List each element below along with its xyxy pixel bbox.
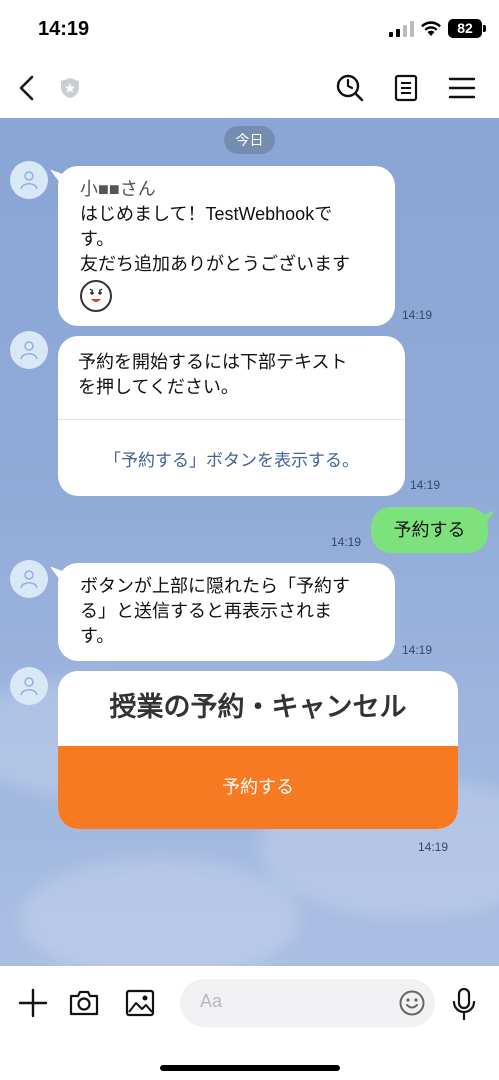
signal-icon <box>389 21 414 37</box>
message-time: 14:19 <box>402 643 433 657</box>
battery-indicator: 82 <box>448 19 486 38</box>
card-title: 授業の予約・キャンセル <box>109 692 407 722</box>
message-line: ボタンが上部に隠れたら「予約す <box>80 576 350 596</box>
message-input-placeholder: Aa <box>200 991 223 1011</box>
notes-icon[interactable] <box>390 72 422 104</box>
status-time: 14:19 <box>38 18 90 40</box>
avatar[interactable] <box>10 667 48 705</box>
microphone-icon[interactable] <box>450 987 478 1021</box>
menu-icon[interactable] <box>446 72 478 104</box>
chat-header <box>0 58 499 118</box>
message-line: を押してください。 <box>78 377 239 397</box>
message-time: 14:19 <box>418 840 449 854</box>
message-line: る」と送信すると再表示されま <box>80 601 332 621</box>
message-line: はじめまして！TestWebhookで <box>80 204 333 224</box>
wifi-icon <box>421 21 441 36</box>
back-chevron-icon[interactable] <box>14 72 42 104</box>
message-bubble[interactable]: ボタンが上部に隠れたら「予約す る」と送信すると再表示されま す。 <box>58 563 395 661</box>
message-bubble-with-action: 予約を開始するには下部テキスト を押してください。 「予約する」ボタンを表示する… <box>58 336 405 496</box>
emoji-icon[interactable] <box>398 989 426 1017</box>
chat-area[interactable]: 今日 小■■さん はじめまして！TestWebhookで す。 友だち追加ありが… <box>0 118 499 966</box>
message-line: 小■■さん <box>80 179 156 199</box>
message-line: 予約を開始するには下部テキスト <box>78 352 348 372</box>
reservation-card: 授業の予約・キャンセル 予約する <box>58 671 458 829</box>
message-line: す。 <box>80 626 115 646</box>
message-time: 14:19 <box>331 535 362 549</box>
search-icon[interactable] <box>334 72 366 104</box>
avatar[interactable] <box>10 331 48 369</box>
chat-title <box>88 76 308 100</box>
divider <box>58 419 405 420</box>
plus-icon[interactable] <box>16 986 50 1020</box>
show-reserve-button-action[interactable]: 「予約する」ボタンを表示する。 <box>58 448 405 473</box>
input-bar: Aa <box>0 966 499 1080</box>
image-icon[interactable] <box>123 986 157 1020</box>
message-bubble[interactable]: 小■■さん はじめまして！TestWebhookで す。 友だち追加ありがとうご… <box>58 166 395 326</box>
message-time: 14:19 <box>402 308 433 322</box>
official-shield-icon <box>61 78 79 98</box>
message-time: 14:19 <box>410 478 441 492</box>
reserve-button[interactable]: 予約する <box>58 746 458 829</box>
avatar[interactable] <box>10 560 48 598</box>
avatar[interactable] <box>10 161 48 199</box>
date-separator: 今日 <box>224 126 275 154</box>
emoji-sticker-icon <box>80 280 112 312</box>
home-indicator <box>160 1065 340 1071</box>
background-cloud <box>20 858 300 966</box>
sent-message-bubble[interactable]: 予約する <box>371 507 488 553</box>
camera-icon[interactable] <box>67 986 101 1020</box>
message-line: す。 <box>80 229 115 249</box>
message-line: 友だち追加ありがとうございます <box>80 254 350 274</box>
status-bar: 14:19 82 <box>0 0 499 58</box>
